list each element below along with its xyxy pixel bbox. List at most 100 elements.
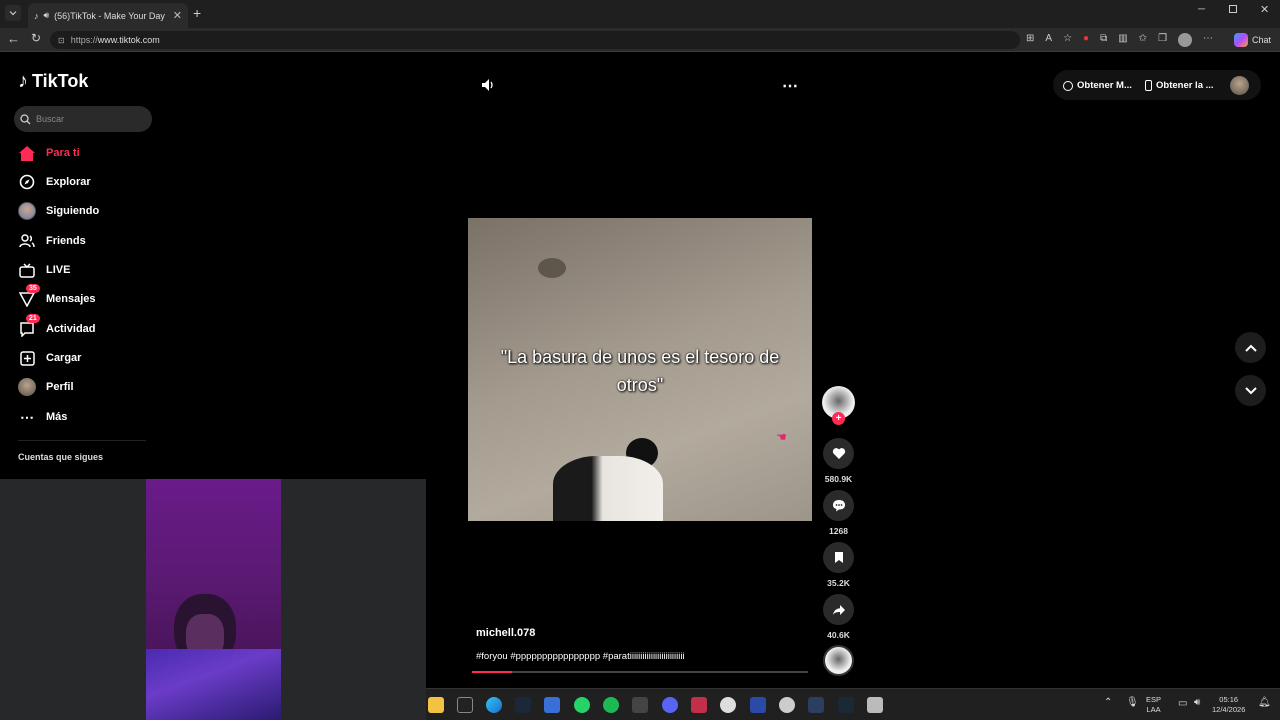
steam-small-icon[interactable] bbox=[838, 697, 854, 713]
tray-expand-icon[interactable]: ⌃ bbox=[1104, 697, 1112, 708]
heart-icon bbox=[832, 448, 845, 459]
steam-icon[interactable] bbox=[515, 697, 531, 713]
site-info-icon[interactable]: ⊡ bbox=[58, 36, 65, 45]
translate-icon[interactable]: A bbox=[1045, 33, 1052, 47]
sidebar-item-cargar[interactable]: Cargar bbox=[18, 347, 81, 369]
more-icon: ⋯ bbox=[20, 408, 34, 425]
like-button[interactable] bbox=[823, 438, 854, 469]
activity-badge: 21 bbox=[26, 314, 40, 323]
minimize-button[interactable]: ─ bbox=[1198, 4, 1205, 15]
blanket bbox=[146, 649, 281, 720]
volume-tray-icon[interactable]: 🔊︎ bbox=[1194, 697, 1200, 708]
favorites-icon[interactable]: ✩ bbox=[1139, 33, 1147, 47]
apps-icon[interactable]: ⊞ bbox=[1026, 33, 1034, 47]
puzzle-icon[interactable]: ⧉ bbox=[1100, 33, 1107, 47]
tab-title: (56)TikTok - Make Your Day bbox=[54, 10, 165, 21]
tab-list-button[interactable] bbox=[5, 5, 21, 21]
extension-red-icon[interactable]: ● bbox=[1083, 33, 1089, 47]
shares-count: 40.6K bbox=[827, 630, 850, 640]
video-hashtags[interactable]: #foryou #pppppppppppppppp #paratiiiiiiii… bbox=[476, 651, 685, 662]
sidebar-item-explorar[interactable]: Explorar bbox=[18, 171, 91, 193]
epic-games-icon[interactable] bbox=[457, 697, 473, 713]
sidebar-item-live[interactable]: LIVE bbox=[18, 259, 70, 281]
clock[interactable]: 05:16 12/4/2026 bbox=[1212, 695, 1245, 715]
extensions-toolbar: ⊞ A ☆ ● ⧉ ▥ ✩ ❒ ⋯ bbox=[1026, 33, 1213, 47]
video-progress-fill bbox=[472, 671, 513, 673]
split-screen-icon[interactable]: ▥ bbox=[1118, 33, 1127, 47]
cursor-icon: ☚ bbox=[776, 430, 787, 444]
sidebar-item-para-ti[interactable]: Para ti bbox=[18, 142, 80, 164]
search-input[interactable]: Buscar bbox=[14, 106, 152, 132]
comment-button[interactable] bbox=[823, 490, 854, 521]
app-wing-icon[interactable] bbox=[750, 697, 766, 713]
volume-icon bbox=[482, 79, 493, 91]
game-app-icon[interactable] bbox=[632, 697, 648, 713]
notification-icon[interactable]: 🔔︎ bbox=[1258, 697, 1271, 708]
webcam-overlay bbox=[0, 479, 426, 720]
profile-avatar[interactable] bbox=[1178, 33, 1193, 47]
whatsapp-icon[interactable] bbox=[574, 697, 590, 713]
new-tab-button[interactable]: + bbox=[193, 5, 201, 21]
browser-tabbar: ♪ 🔊︎ (56)TikTok - Make Your Day ✕ + ─ ✕ bbox=[0, 0, 1280, 28]
next-video-button[interactable] bbox=[1235, 375, 1266, 406]
comments-count: 1268 bbox=[829, 526, 848, 536]
user-avatar[interactable] bbox=[1230, 76, 1249, 95]
follow-plus-icon[interactable]: + bbox=[832, 412, 845, 425]
video-editor-icon[interactable] bbox=[691, 697, 707, 713]
music-disc-avatar[interactable] bbox=[823, 645, 854, 676]
sidebar-item-mensajes[interactable]: 35 Mensajes bbox=[18, 284, 96, 310]
reload-icon[interactable]: ↻ bbox=[31, 31, 41, 45]
back-arrow-icon[interactable]: ← bbox=[7, 31, 20, 46]
chevron-up-icon bbox=[1244, 344, 1257, 352]
spotify-icon[interactable] bbox=[603, 697, 619, 713]
obs-icon[interactable] bbox=[720, 697, 736, 713]
collections-icon[interactable]: ❒ bbox=[1158, 33, 1167, 47]
speaker-icon[interactable]: 🔊︎ bbox=[44, 10, 50, 21]
discord-icon[interactable] bbox=[662, 697, 678, 713]
microphone-icon[interactable]: 🎙︎ bbox=[1126, 697, 1139, 708]
coin-icon bbox=[1063, 80, 1073, 91]
sidebar-item-mas[interactable]: ⋯ Más bbox=[18, 406, 67, 428]
share-button[interactable] bbox=[823, 594, 854, 625]
previous-video-button[interactable] bbox=[1235, 332, 1266, 363]
url-host: www.tiktok.com bbox=[97, 35, 160, 45]
sidebar-item-perfil[interactable]: Perfil bbox=[18, 376, 74, 398]
saves-count: 35.2K bbox=[827, 578, 850, 588]
edge-icon[interactable] bbox=[486, 697, 502, 713]
close-window-button[interactable]: ✕ bbox=[1260, 3, 1269, 16]
steam-alt-icon[interactable] bbox=[808, 697, 824, 713]
more-menu-icon[interactable]: ⋯ bbox=[1203, 33, 1213, 47]
keyboard-language[interactable]: ESP LAA bbox=[1146, 695, 1161, 715]
more-options-button[interactable]: ⋯ bbox=[782, 76, 798, 96]
video-progress-bar[interactable] bbox=[472, 671, 808, 673]
video-player[interactable]: "La basura de unos es el tesoro de otros… bbox=[468, 218, 812, 521]
sidebar-item-friends[interactable]: Friends bbox=[18, 230, 86, 252]
save-button[interactable] bbox=[823, 542, 854, 573]
avatar bbox=[18, 378, 36, 396]
copilot-chat-button[interactable]: Chat bbox=[1234, 33, 1271, 47]
address-bar[interactable]: ⊡ https://www.tiktok.com bbox=[50, 31, 1020, 49]
chevron-down-icon bbox=[1244, 386, 1257, 394]
spot bbox=[538, 258, 566, 278]
friends-icon bbox=[18, 232, 36, 250]
sync-app-icon[interactable] bbox=[779, 697, 795, 713]
messages-badge: 35 bbox=[26, 284, 40, 293]
file-explorer-icon[interactable] bbox=[428, 697, 444, 713]
mute-button[interactable] bbox=[481, 78, 495, 97]
sidebar-item-actividad[interactable]: 21 Actividad bbox=[18, 314, 96, 340]
favorite-star-icon[interactable]: ☆ bbox=[1063, 33, 1072, 47]
close-tab-icon[interactable]: ✕ bbox=[173, 9, 182, 22]
restore-button[interactable] bbox=[1229, 5, 1237, 13]
video-username[interactable]: michell.078 bbox=[476, 627, 535, 639]
tool-app-icon[interactable] bbox=[867, 697, 883, 713]
get-app-button[interactable]: Obtener la ... bbox=[1145, 80, 1214, 91]
sidebar-item-siguiendo[interactable]: Siguiendo bbox=[18, 200, 99, 222]
bookmark-icon bbox=[834, 552, 843, 563]
browser-tab[interactable]: ♪ 🔊︎ (56)TikTok - Make Your Day ✕ bbox=[28, 3, 188, 28]
remote-desktop-icon[interactable] bbox=[544, 697, 560, 713]
tiktok-logo[interactable]: ♪ TikTok bbox=[18, 70, 88, 93]
get-coins-button[interactable]: Obtener M... bbox=[1063, 80, 1132, 91]
network-icon[interactable]: ▭ bbox=[1178, 698, 1187, 709]
browser-toolbar: ← ↻ ⊡ https://www.tiktok.com ⊞ A ☆ ● ⧉ ▥… bbox=[0, 28, 1280, 52]
url-protocol: https:// bbox=[70, 35, 98, 45]
